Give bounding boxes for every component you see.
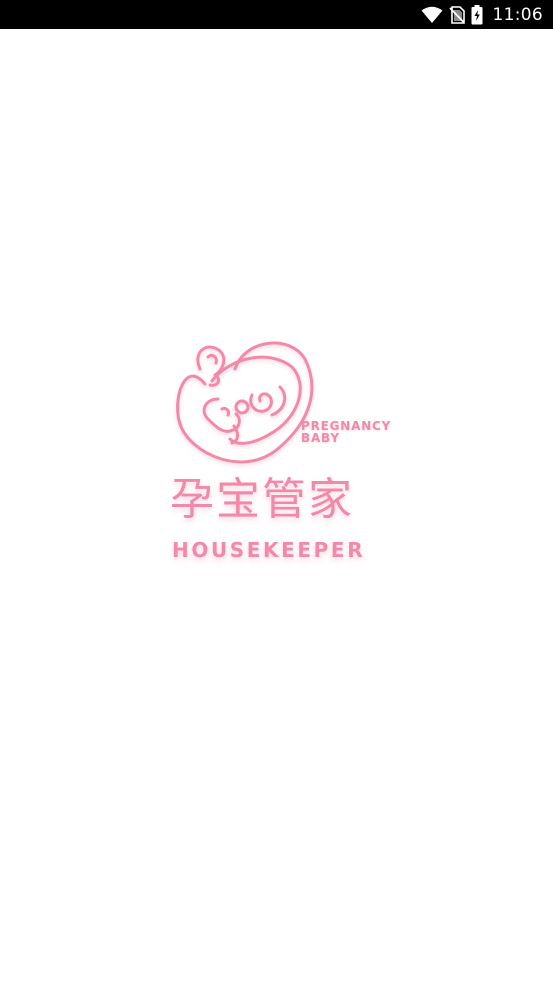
wifi-icon	[421, 6, 443, 24]
no-sim-icon	[448, 5, 465, 24]
app-logo: PREGNANCY BABY 孕宝管家 HOUSEKEEPER	[160, 329, 410, 579]
splash-screen: PREGNANCY BABY 孕宝管家 HOUSEKEEPER	[0, 29, 553, 983]
app-title-en: HOUSEKEEPER	[172, 538, 366, 562]
battery-charging-icon	[471, 4, 483, 25]
app-title-cn: 孕宝管家	[170, 474, 354, 525]
status-icons: 11:06	[421, 0, 544, 29]
tagline: PREGNANCY BABY	[301, 420, 391, 444]
tagline-line2: BABY	[301, 431, 340, 445]
status-bar: 11:06	[0, 0, 553, 29]
status-clock: 11:06	[492, 4, 543, 25]
